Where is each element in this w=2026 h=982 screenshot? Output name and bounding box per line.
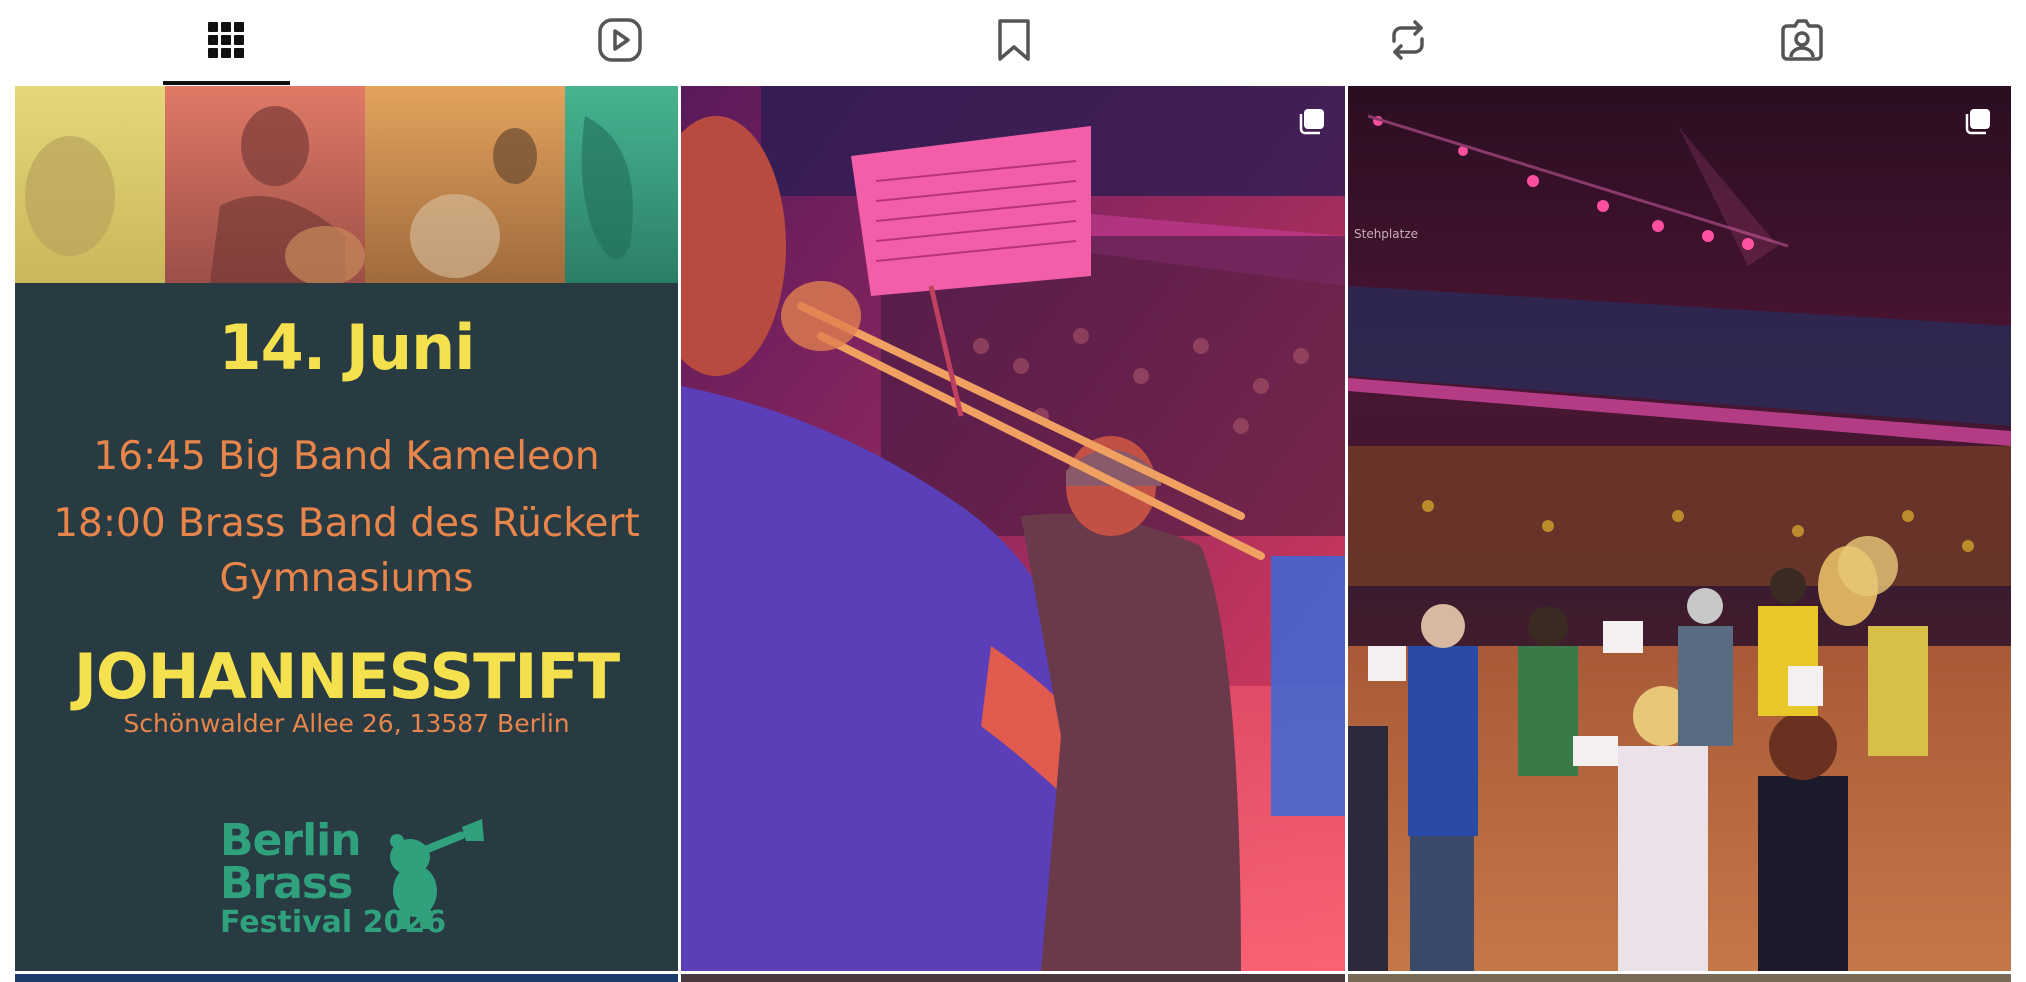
brass-ensemble-photo: Stehplatze [1348,86,2011,971]
stehplatze-sign: Stehplatze [1354,227,1418,241]
multiple-posts-icon [1299,109,1324,135]
repost-icon [1392,20,1424,60]
post-tile-next-row-1[interactable] [15,974,678,982]
poster-line-3: Gymnasiums [219,556,474,601]
tab-reels[interactable] [520,0,720,86]
post-tile-next-row-3[interactable] [1348,974,2011,982]
post-tile-trombone-photo[interactable] [681,86,1345,971]
poster-venue: JOHANNESSTIFT [73,640,620,713]
trombone-player-photo [681,86,1345,971]
poster-address: Schönwalder Allee 26, 13587 Berlin [123,709,570,738]
festival-logo: Berlin Brass Festival 2026 [220,819,500,959]
post-tile-poster[interactable]: 14. Juni 16:45 Big Band Kameleon 18:00 B… [15,86,678,971]
poster-line-2: 18:00 Brass Band des Rückert [53,501,640,546]
bear-trumpet-icon [390,819,484,929]
play-square-icon [598,18,642,62]
post-tile-ensemble-photo[interactable]: Stehplatze [1348,86,2011,971]
post-tile-next-row-2[interactable] [681,974,1345,982]
bookmark-icon [998,19,1030,61]
tab-saved[interactable] [914,0,1114,86]
poster-line-1: 16:45 Big Band Kameleon [93,434,600,479]
tab-posts[interactable] [126,0,326,86]
poster-date: 14. Juni [218,311,475,384]
multiple-posts-icon [1965,109,1990,135]
profile-tab-bar [0,0,2026,86]
banner-photo-collage [15,86,678,283]
tab-tagged[interactable] [1702,0,1902,86]
post-grid: 14. Juni 16:45 Big Band Kameleon 18:00 B… [0,86,2026,982]
tagged-person-icon [1781,19,1823,61]
grid-icon [208,22,244,58]
tab-reposts[interactable] [1308,0,1508,86]
